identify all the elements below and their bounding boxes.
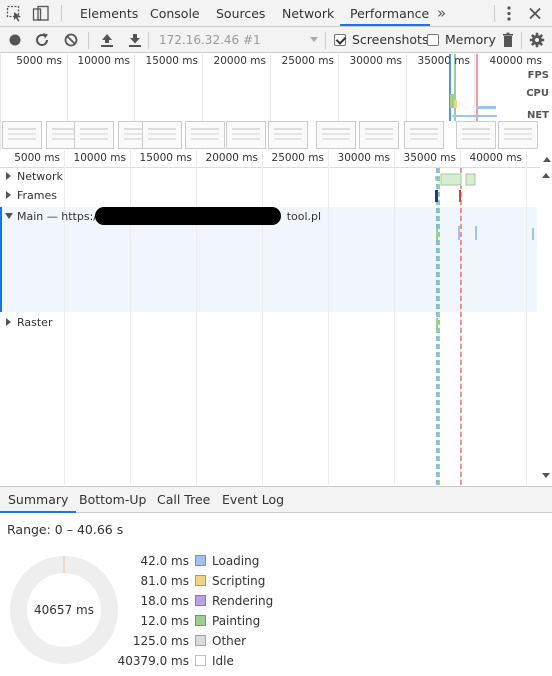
tab-bottom-up[interactable]: Bottom-Up <box>79 487 146 513</box>
performance-toolbar: 172.16.32.46 #1 Screenshots Memory <box>0 27 552 53</box>
chevron-down-icon <box>310 37 318 42</box>
toolbar-separator <box>88 32 89 49</box>
screenshot-frame <box>142 121 182 149</box>
tab-separator <box>494 5 495 22</box>
legend-swatch <box>195 635 206 646</box>
tab-summary[interactable]: Summary <box>0 487 77 513</box>
tab-call-tree[interactable]: Call Tree <box>157 487 210 513</box>
legend-name: Painting <box>212 614 261 628</box>
timeline-scrollbar[interactable] <box>540 168 552 486</box>
screenshot-frame <box>456 121 496 149</box>
timeline-overview[interactable]: 5000 ms 10000 ms 15000 ms 20000 ms 25000… <box>0 54 552 150</box>
legend-value: 81.0 ms <box>140 574 189 588</box>
screenshot-filmstrip <box>0 121 540 149</box>
tab-sources[interactable]: Sources <box>216 0 265 26</box>
scroll-up-icon[interactable] <box>543 157 551 162</box>
toolbar-separator <box>521 32 522 49</box>
screenshots-checkbox[interactable] <box>334 34 346 46</box>
screenshot-frame <box>74 121 114 149</box>
tab-event-log[interactable]: Event Log <box>222 487 284 513</box>
summary-range: Range: 0 – 40.66 s <box>7 522 124 537</box>
record-icon[interactable] <box>7 32 23 48</box>
legend-swatch <box>195 595 206 606</box>
ruler-time-label: 35000 ms <box>403 152 456 164</box>
ruler-time-label: 15000 ms <box>139 152 192 164</box>
clear-icon[interactable] <box>63 32 79 48</box>
legend-value: 42.0 ms <box>140 554 189 568</box>
collect-garbage-icon[interactable] <box>500 32 516 48</box>
ruler-time-label: 5000 ms <box>14 152 60 164</box>
legend-swatch <box>195 555 206 566</box>
screenshot-frame <box>226 121 266 149</box>
close-icon[interactable] <box>526 5 544 22</box>
scroll-up-icon[interactable] <box>542 173 550 178</box>
screenshot-frame <box>404 121 444 149</box>
ruler-time-label: 10000 ms <box>73 152 126 164</box>
kebab-menu-icon[interactable] <box>500 5 518 22</box>
overview-activity <box>449 54 497 121</box>
tab-separator <box>61 5 62 22</box>
timeline-ruler: 5000 ms 10000 ms 15000 ms 20000 ms 25000… <box>0 150 540 168</box>
legend-name: Idle <box>212 654 234 668</box>
legend-value: 18.0 ms <box>140 594 189 608</box>
legend-row-loading: 42.0 ms Loading <box>0 554 300 574</box>
memory-label: Memory <box>445 32 496 47</box>
tab-performance[interactable]: Performance <box>340 0 430 26</box>
screenshot-frame <box>359 121 399 149</box>
legend-row-idle: 40379.0 ms Idle <box>0 654 300 674</box>
inspect-element-icon[interactable] <box>6 5 24 22</box>
legend-name: Rendering <box>212 594 274 608</box>
save-profile-icon[interactable] <box>127 32 143 48</box>
device-toolbar-icon[interactable] <box>32 5 50 22</box>
legend-swatch <box>195 615 206 626</box>
legend-row-painting: 12.0 ms Painting <box>0 614 300 634</box>
toolbar-separator <box>325 32 326 49</box>
legend-value: 125.0 ms <box>132 634 189 648</box>
legend-name: Other <box>212 634 247 648</box>
reload-record-icon[interactable] <box>34 32 50 48</box>
toolbar-separator <box>148 32 149 49</box>
screenshot-frame <box>2 121 42 149</box>
ruler-time-label: 20000 ms <box>205 152 258 164</box>
legend-row-scripting: 81.0 ms Scripting <box>0 574 300 594</box>
legend-swatch <box>195 655 206 666</box>
screenshot-frame <box>316 121 356 149</box>
ruler-time-label: 30000 ms <box>337 152 390 164</box>
devtools-tab-bar: Elements Console Sources Network Perform… <box>0 0 552 27</box>
gear-icon[interactable] <box>529 32 545 48</box>
ruler-time-label: 40000 ms <box>469 152 522 164</box>
screenshot-frame <box>268 121 308 149</box>
memory-checkbox[interactable] <box>427 34 439 46</box>
ruler-time-label: 25000 ms <box>271 152 324 164</box>
scroll-down-icon[interactable] <box>542 473 550 478</box>
screenshot-frame <box>185 121 225 149</box>
legend-swatch <box>195 575 206 586</box>
legend-name: Scripting <box>212 574 266 588</box>
target-select[interactable]: 172.16.32.46 #1 <box>152 30 320 50</box>
details-tab-bar: Summary Bottom-Up Call Tree Event Log <box>0 486 552 513</box>
legend-name: Loading <box>212 554 260 568</box>
tab-elements[interactable]: Elements <box>80 0 138 26</box>
tab-network[interactable]: Network <box>282 0 334 26</box>
target-select-value: 172.16.32.46 #1 <box>159 33 261 47</box>
legend-row-rendering: 18.0 ms Rendering <box>0 594 300 614</box>
screenshot-frame <box>498 121 538 149</box>
legend-value: 40379.0 ms <box>117 654 189 668</box>
flame-chart-events <box>435 168 534 486</box>
more-tabs-button[interactable]: » <box>437 0 446 26</box>
legend-value: 12.0 ms <box>140 614 189 628</box>
screenshots-label: Screenshots <box>352 32 429 47</box>
load-profile-icon[interactable] <box>99 32 115 48</box>
legend-row-other: 125.0 ms Other <box>0 634 300 654</box>
tab-console[interactable]: Console <box>150 0 200 26</box>
